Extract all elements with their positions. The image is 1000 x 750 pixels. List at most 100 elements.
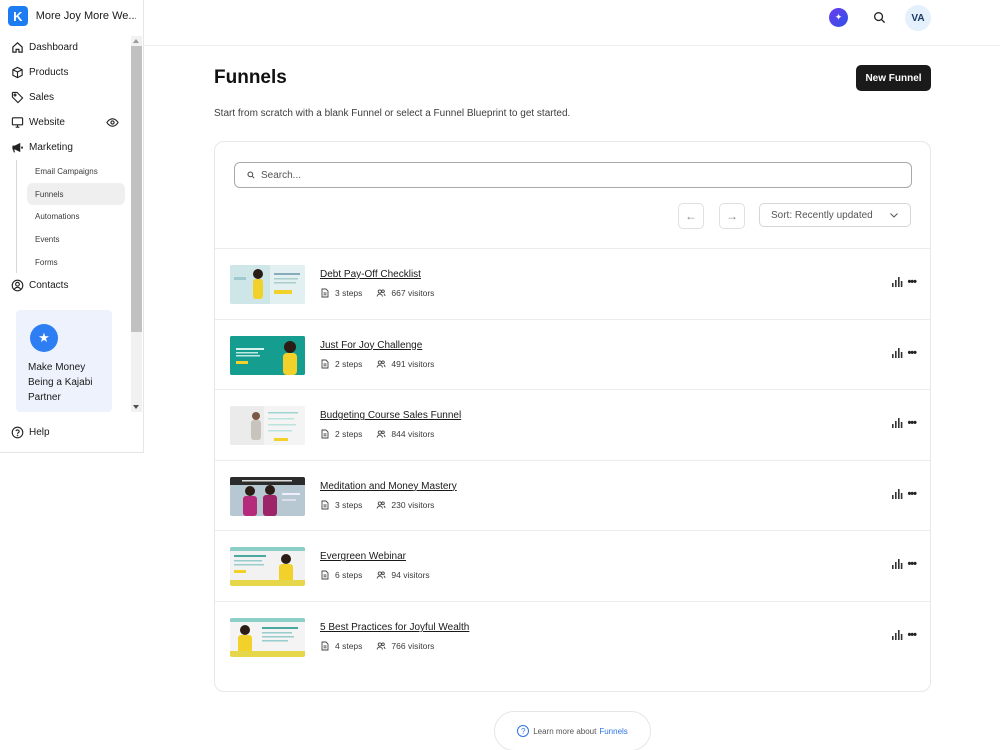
- sidebar-item-help[interactable]: Help: [0, 420, 50, 445]
- scroll-up-arrow-icon[interactable]: [133, 39, 139, 43]
- chevron-down-icon: [890, 213, 898, 218]
- sort-select[interactable]: Sort: Recently updated: [759, 203, 911, 227]
- table-row: 5 Best Practices for Joyful Wealth 4 ste…: [215, 600, 930, 672]
- table-row: Evergreen Webinar 6 steps 94 visitors ••…: [215, 530, 930, 601]
- prev-page-button[interactable]: ←: [678, 203, 704, 229]
- funnel-title-link[interactable]: 5 Best Practices for Joyful Wealth: [320, 622, 469, 633]
- user-circle-icon: [11, 279, 24, 292]
- analytics-bars-icon[interactable]: [892, 559, 903, 570]
- arrow-right-icon: →: [726, 209, 738, 223]
- subnav-item-funnels[interactable]: Funnels: [27, 182, 125, 206]
- funnel-steps: 2 steps: [335, 358, 363, 369]
- more-options-icon[interactable]: •••: [907, 559, 917, 570]
- box-icon: [11, 66, 24, 79]
- row-actions: •••: [892, 347, 917, 358]
- document-icon: [321, 641, 329, 651]
- funnel-list: Debt Pay-Off Checklist 3 steps 667 visit…: [215, 248, 930, 672]
- arrow-left-icon: ←: [685, 209, 697, 223]
- marketing-subnav: Email Campaigns Funnels Automations Even…: [16, 160, 127, 274]
- learn-more-link[interactable]: Funnels: [599, 727, 627, 736]
- home-icon: [11, 41, 24, 54]
- funnel-steps: 3 steps: [335, 288, 363, 298]
- funnel-thumbnail[interactable]: [230, 406, 305, 446]
- sidebar-item-label: Marketing: [29, 142, 73, 153]
- kajabi-logo-icon: K: [8, 6, 28, 26]
- more-options-icon[interactable]: •••: [907, 488, 917, 499]
- funnel-thumbnail[interactable]: [230, 476, 305, 516]
- avatar[interactable]: VA: [905, 5, 931, 31]
- more-options-icon[interactable]: •••: [907, 347, 917, 358]
- analytics-bars-icon[interactable]: [892, 418, 903, 429]
- funnel-thumbnail[interactable]: [230, 547, 305, 587]
- more-options-icon[interactable]: •••: [907, 277, 917, 288]
- funnel-title-link[interactable]: Meditation and Money Mastery: [320, 481, 457, 492]
- funnel-thumbnail[interactable]: [230, 617, 305, 657]
- subnav-item-email-campaigns[interactable]: Email Campaigns: [17, 160, 127, 183]
- star-icon: ★: [30, 324, 58, 352]
- funnel-meta: 3 steps 230 visitors: [320, 500, 434, 510]
- funnel-thumbnail[interactable]: [230, 265, 305, 304]
- funnel-visitors: 94 visitors: [391, 570, 430, 581]
- subnav-item-events[interactable]: Events: [17, 228, 127, 251]
- table-row: Meditation and Money Mastery 3 steps 230…: [215, 459, 930, 531]
- subnav-item-forms[interactable]: Forms: [17, 251, 127, 274]
- funnel-meta: 2 steps 844 visitors: [320, 429, 434, 439]
- funnel-steps: 3 steps: [335, 499, 363, 510]
- document-icon: [321, 570, 329, 580]
- scrollbar-thumb[interactable]: [131, 46, 142, 332]
- monitor-icon: [11, 116, 24, 129]
- sidebar-item-label: Dashboard: [29, 42, 78, 53]
- users-icon: [376, 360, 386, 368]
- analytics-bars-icon[interactable]: [892, 277, 903, 287]
- sidebar-scrollbar[interactable]: [131, 36, 142, 412]
- sidebar-item-products[interactable]: Products: [0, 60, 131, 85]
- row-actions: •••: [892, 418, 917, 429]
- analytics-bars-icon[interactable]: [892, 629, 903, 640]
- eye-icon[interactable]: [106, 116, 119, 129]
- funnel-title-link[interactable]: Debt Pay-Off Checklist: [320, 269, 421, 280]
- users-icon: [376, 289, 386, 297]
- partner-promo-card[interactable]: ★ Make Money Being a Kajabi Partner: [16, 310, 112, 412]
- next-page-button[interactable]: →: [719, 203, 745, 229]
- funnel-visitors: 766 visitors: [391, 640, 435, 651]
- funnel-visitors: 230 visitors: [391, 499, 435, 510]
- new-funnel-button[interactable]: New Funnel: [856, 65, 931, 91]
- ai-assistant-icon[interactable]: ✦: [829, 8, 848, 27]
- search-field[interactable]: [234, 162, 912, 188]
- more-options-icon[interactable]: •••: [907, 629, 917, 640]
- analytics-bars-icon[interactable]: [892, 488, 903, 499]
- funnel-title-link[interactable]: Just For Joy Challenge: [320, 340, 422, 351]
- sidebar-item-marketing[interactable]: Marketing: [0, 135, 131, 160]
- more-options-icon[interactable]: •••: [907, 418, 917, 429]
- funnel-title-link[interactable]: Evergreen Webinar: [320, 551, 406, 562]
- subnav-item-automations[interactable]: Automations: [17, 205, 127, 228]
- search-input[interactable]: [261, 169, 881, 181]
- funnel-meta: 2 steps 491 visitors: [320, 359, 434, 369]
- brand[interactable]: K More Joy More We...: [8, 5, 136, 27]
- funnel-steps: 2 steps: [335, 429, 363, 440]
- analytics-bars-icon[interactable]: [892, 347, 903, 358]
- users-icon: [376, 430, 386, 438]
- row-actions: •••: [892, 559, 917, 570]
- megaphone-icon: [11, 141, 24, 154]
- scroll-down-arrow-icon[interactable]: [133, 405, 139, 409]
- document-icon: [321, 500, 329, 510]
- sort-label: Sort: Recently updated: [771, 209, 873, 221]
- search-icon[interactable]: [870, 8, 889, 27]
- partner-promo-text: Make Money Being a Kajabi Partner: [28, 362, 93, 403]
- sidebar-item-sales[interactable]: Sales: [0, 85, 131, 110]
- sidebar-item-label: Contacts: [29, 280, 69, 292]
- site-name: More Joy More We...: [35, 10, 136, 22]
- table-row: Budgeting Course Sales Funnel 2 steps 84…: [215, 389, 930, 460]
- sidebar-item-contacts[interactable]: Contacts: [0, 273, 131, 298]
- help-icon: [11, 426, 24, 439]
- funnel-visitors: 667 visitors: [391, 288, 435, 298]
- funnel-steps: 4 steps: [335, 640, 363, 651]
- funnel-title-link[interactable]: Budgeting Course Sales Funnel: [320, 410, 461, 421]
- page-subtitle: Start from scratch with a blank Funnel o…: [214, 108, 571, 119]
- sidebar-item-website[interactable]: Website: [0, 110, 131, 135]
- app: K More Joy More We... Dashboard Products: [0, 0, 1000, 750]
- sidebar-item-dashboard[interactable]: Dashboard: [0, 35, 131, 60]
- table-row: Debt Pay-Off Checklist 3 steps 667 visit…: [215, 248, 930, 319]
- funnel-thumbnail[interactable]: [230, 335, 305, 375]
